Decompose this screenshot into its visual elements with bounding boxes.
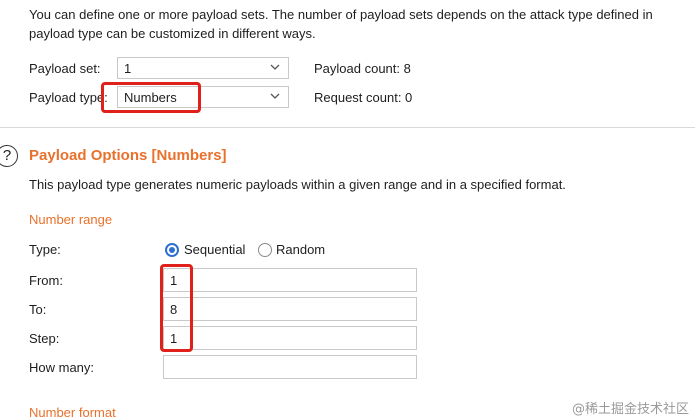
chevron-down-icon	[270, 64, 280, 70]
request-count: Request count: 0	[314, 90, 413, 105]
help-glyph: ?	[2, 147, 12, 164]
section-divider	[0, 127, 695, 128]
number-format-heading: Number format	[29, 405, 116, 420]
payload-set-label: Payload set:	[29, 61, 101, 76]
radio-random-label[interactable]: Random	[276, 242, 325, 257]
from-label: From:	[29, 273, 63, 288]
payload-type-label: Payload type:	[29, 90, 108, 105]
help-icon[interactable]: ?	[0, 145, 18, 167]
from-input[interactable]: 1	[163, 268, 417, 292]
type-label: Type:	[29, 242, 61, 257]
payload-set-select[interactable]: 1	[117, 57, 289, 79]
payload-count: Payload count: 8	[314, 61, 411, 76]
payload-options-description: This payload type generates numeric payl…	[29, 177, 566, 192]
payload-options-title: Payload Options [Numbers]	[29, 147, 227, 164]
intro-line-1: You can define one or more payload sets.…	[29, 7, 653, 22]
how-many-label: How many:	[29, 360, 95, 375]
intro-line-2: payload type can be customized in differ…	[29, 26, 316, 41]
radio-sequential[interactable]	[165, 243, 179, 257]
chevron-down-icon	[270, 93, 280, 99]
step-input[interactable]: 1	[163, 326, 417, 350]
to-label: To:	[29, 302, 47, 317]
to-input[interactable]: 8	[163, 297, 417, 321]
radio-random[interactable]	[258, 243, 272, 257]
radio-sequential-label[interactable]: Sequential	[184, 242, 245, 257]
payload-set-value: 1	[124, 61, 132, 76]
how-many-input[interactable]	[163, 355, 417, 379]
number-range-heading: Number range	[29, 212, 113, 227]
highlight-box-range-values	[160, 264, 193, 352]
highlight-box-payload-type	[101, 82, 201, 113]
watermark: @稀土掘金技术社区	[571, 402, 689, 417]
step-label: Step:	[29, 331, 60, 346]
